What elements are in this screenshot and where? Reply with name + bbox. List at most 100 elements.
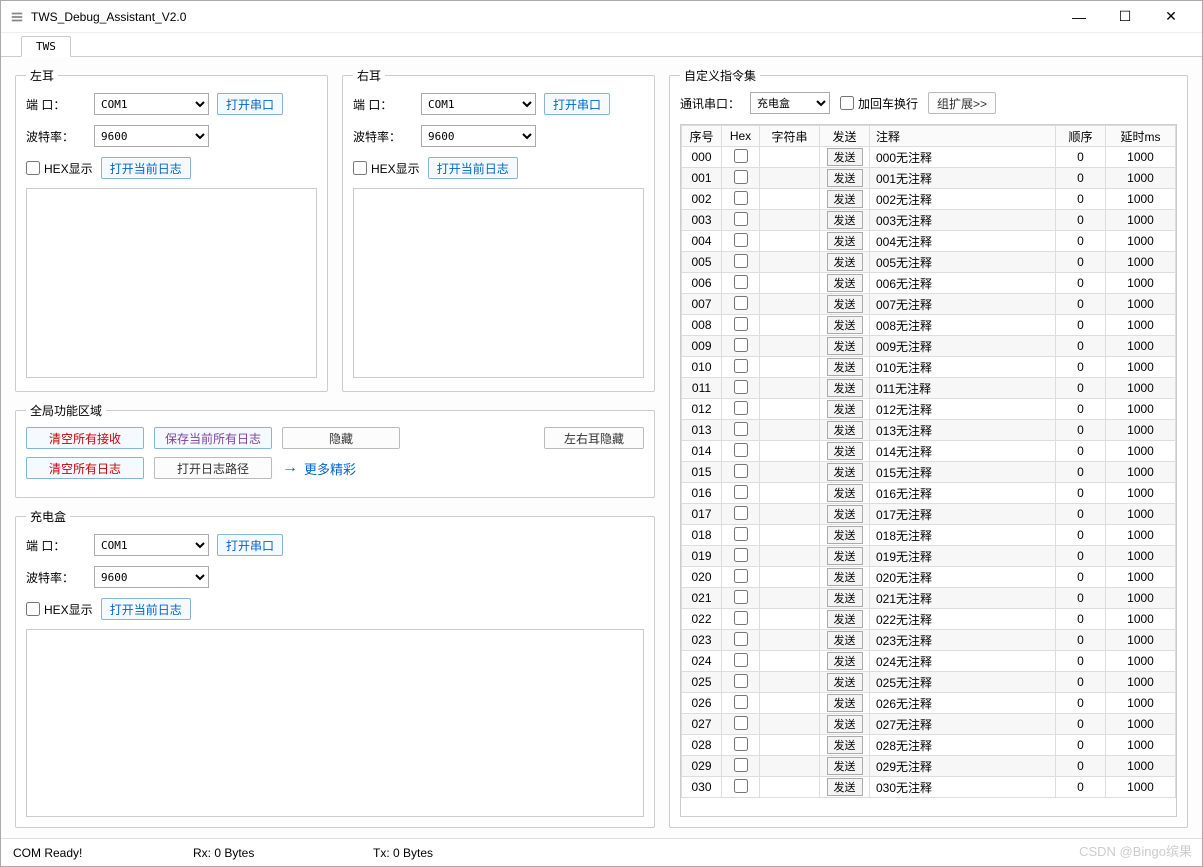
open-log-path-button[interactable]: 打开日志路径 [154,457,272,479]
cell-str[interactable] [760,630,820,651]
row-send-button[interactable]: 发送 [827,211,863,229]
cell-note[interactable]: 025无注释 [870,672,1056,693]
row-hex-check[interactable] [734,758,748,772]
maximize-button[interactable]: ☐ [1102,2,1148,32]
cell-order[interactable]: 0 [1056,357,1106,378]
cell-hex[interactable] [722,672,760,693]
cell-delay[interactable]: 1000 [1106,756,1176,777]
charger-hex-checkbox[interactable]: HEX显示 [26,601,93,618]
row-send-button[interactable]: 发送 [827,694,863,712]
row-hex-check[interactable] [734,737,748,751]
cell-delay[interactable]: 1000 [1106,315,1176,336]
row-send-button[interactable]: 发送 [827,442,863,460]
cell-order[interactable]: 0 [1056,609,1106,630]
cell-delay[interactable]: 1000 [1106,777,1176,798]
cell-note[interactable]: 030无注释 [870,777,1056,798]
cell-note[interactable]: 004无注释 [870,231,1056,252]
row-send-button[interactable]: 发送 [827,673,863,691]
row-send-button[interactable]: 发送 [827,778,863,796]
cell-note[interactable]: 021无注释 [870,588,1056,609]
minimize-button[interactable]: ― [1056,2,1102,32]
cell-delay[interactable]: 1000 [1106,147,1176,168]
cell-note[interactable]: 019无注释 [870,546,1056,567]
row-hex-check[interactable] [734,380,748,394]
cell-order[interactable]: 0 [1056,378,1106,399]
cell-str[interactable] [760,651,820,672]
row-send-button[interactable]: 发送 [827,484,863,502]
cell-str[interactable] [760,273,820,294]
cell-delay[interactable]: 1000 [1106,630,1176,651]
row-send-button[interactable]: 发送 [827,295,863,313]
cell-order[interactable]: 0 [1056,777,1106,798]
row-send-button[interactable]: 发送 [827,379,863,397]
crlf-check[interactable] [840,96,854,110]
cell-str[interactable] [760,441,820,462]
cell-str[interactable] [760,336,820,357]
cell-delay[interactable]: 1000 [1106,714,1176,735]
row-hex-check[interactable] [734,359,748,373]
left-port-select[interactable]: COM1 [94,93,209,115]
cell-str[interactable] [760,504,820,525]
cell-str[interactable] [760,546,820,567]
cell-hex[interactable] [722,525,760,546]
cell-delay[interactable]: 1000 [1106,399,1176,420]
cell-str[interactable] [760,315,820,336]
row-send-button[interactable]: 发送 [827,169,863,187]
charger-open-log-button[interactable]: 打开当前日志 [101,598,191,620]
right-open-port-button[interactable]: 打开串口 [544,93,610,115]
tab-tws[interactable]: TWS [21,36,71,57]
cell-note[interactable]: 011无注释 [870,378,1056,399]
cell-delay[interactable]: 1000 [1106,609,1176,630]
row-hex-check[interactable] [734,317,748,331]
cell-delay[interactable]: 1000 [1106,462,1176,483]
cell-hex[interactable] [722,336,760,357]
cell-hex[interactable] [722,252,760,273]
cell-delay[interactable]: 1000 [1106,672,1176,693]
right-port-select[interactable]: COM1 [421,93,536,115]
left-open-log-button[interactable]: 打开当前日志 [101,157,191,179]
cell-order[interactable]: 0 [1056,714,1106,735]
row-send-button[interactable]: 发送 [827,715,863,733]
cell-delay[interactable]: 1000 [1106,168,1176,189]
cell-delay[interactable]: 1000 [1106,693,1176,714]
cell-delay[interactable]: 1000 [1106,252,1176,273]
cell-note[interactable]: 001无注释 [870,168,1056,189]
cell-str[interactable] [760,567,820,588]
cell-order[interactable]: 0 [1056,441,1106,462]
right-open-log-button[interactable]: 打开当前日志 [428,157,518,179]
hide-ears-button[interactable]: 左右耳隐藏 [544,427,644,449]
cell-delay[interactable]: 1000 [1106,231,1176,252]
row-send-button[interactable]: 发送 [827,652,863,670]
cell-order[interactable]: 0 [1056,294,1106,315]
row-send-button[interactable]: 发送 [827,400,863,418]
row-hex-check[interactable] [734,149,748,163]
cell-delay[interactable]: 1000 [1106,357,1176,378]
row-hex-check[interactable] [734,296,748,310]
cell-order[interactable]: 0 [1056,168,1106,189]
cell-order[interactable]: 0 [1056,672,1106,693]
cell-str[interactable] [760,714,820,735]
cell-note[interactable]: 000无注释 [870,147,1056,168]
row-send-button[interactable]: 发送 [827,337,863,355]
row-send-button[interactable]: 发送 [827,421,863,439]
cell-str[interactable] [760,483,820,504]
row-send-button[interactable]: 发送 [827,526,863,544]
cell-hex[interactable] [722,483,760,504]
cell-delay[interactable]: 1000 [1106,441,1176,462]
cell-hex[interactable] [722,378,760,399]
cell-order[interactable]: 0 [1056,651,1106,672]
row-hex-check[interactable] [734,779,748,793]
cell-note[interactable]: 028无注释 [870,735,1056,756]
cell-note[interactable]: 015无注释 [870,462,1056,483]
clear-recv-button[interactable]: 清空所有接收 [26,427,144,449]
charger-hex-check[interactable] [26,602,40,616]
cell-note[interactable]: 024无注释 [870,651,1056,672]
cell-hex[interactable] [722,273,760,294]
cell-str[interactable] [760,378,820,399]
row-send-button[interactable]: 发送 [827,232,863,250]
cell-str[interactable] [760,756,820,777]
close-button[interactable]: ✕ [1148,2,1194,32]
row-send-button[interactable]: 发送 [827,190,863,208]
cell-order[interactable]: 0 [1056,567,1106,588]
left-open-port-button[interactable]: 打开串口 [217,93,283,115]
